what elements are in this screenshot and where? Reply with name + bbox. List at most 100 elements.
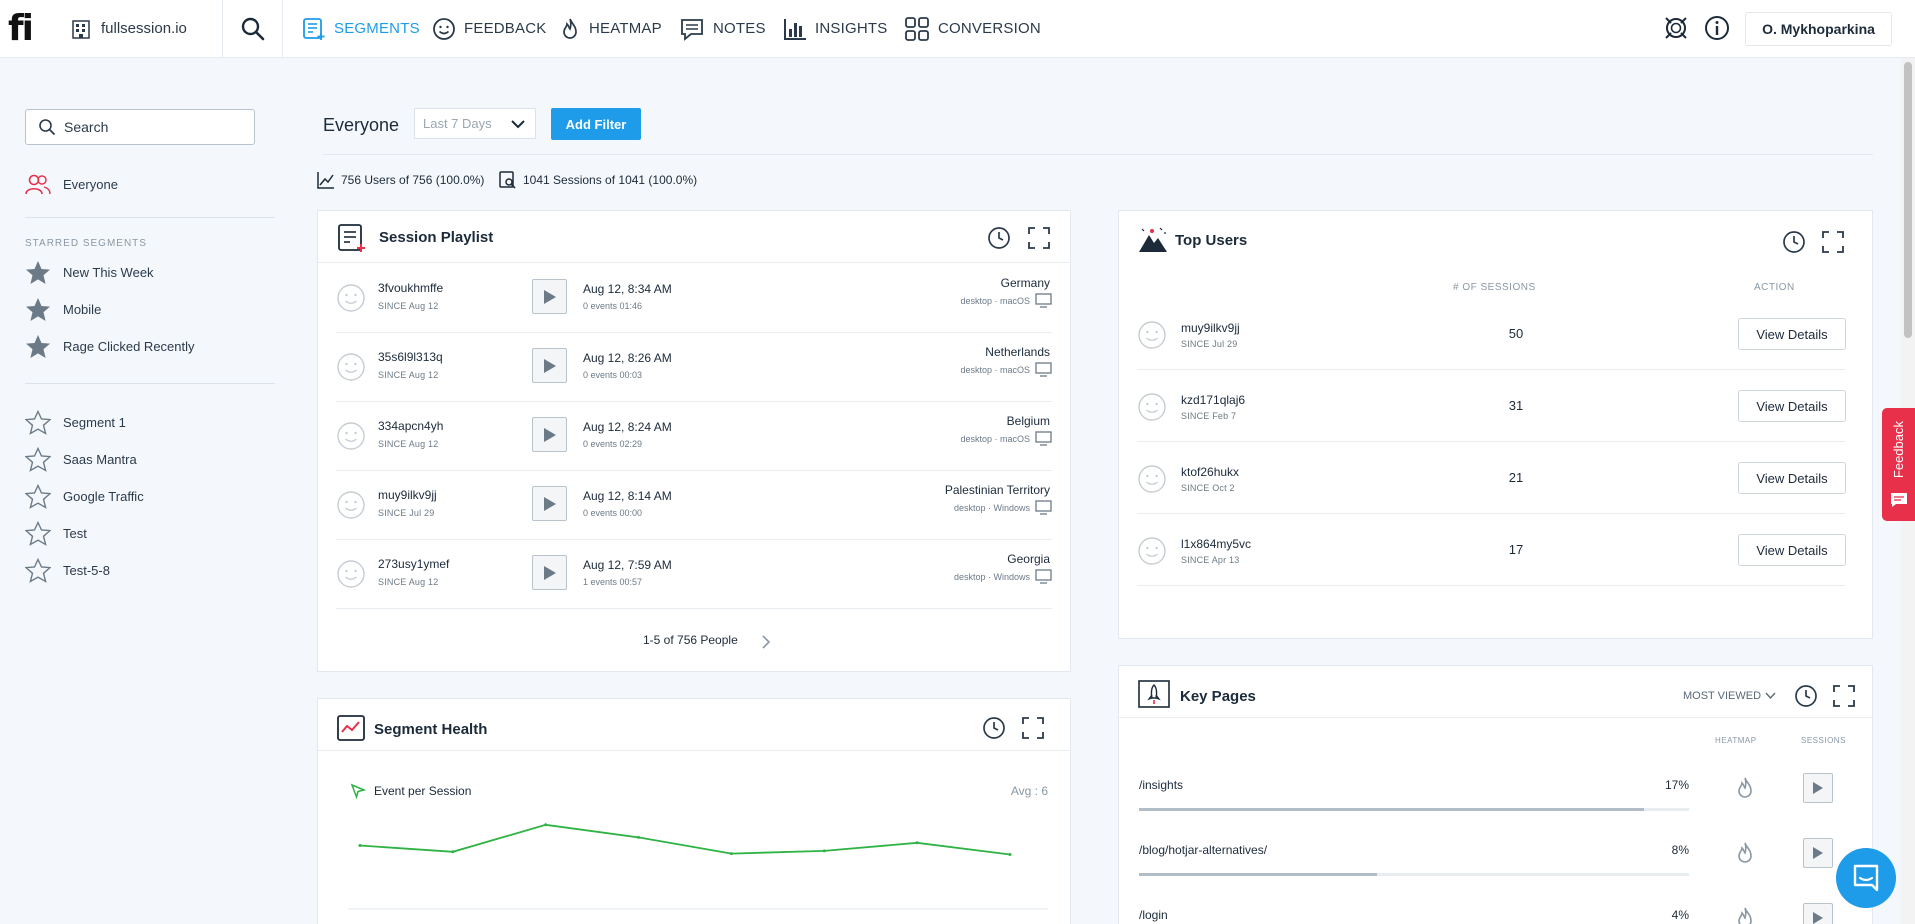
segment-item[interactable]: Saas Mantra: [25, 447, 137, 472]
view-details-button[interactable]: View Details: [1738, 390, 1846, 422]
live-chat-button[interactable]: [1836, 848, 1896, 908]
session-user[interactable]: muy9ilkv9jj: [378, 488, 437, 502]
feedback-tab[interactable]: Feedback: [1882, 408, 1915, 521]
session-user[interactable]: 35s6l9l313q: [378, 350, 443, 364]
sort-select[interactable]: MOST VIEWED: [1683, 690, 1776, 702]
smiley-avatar-icon: [1138, 537, 1166, 565]
view-details-button[interactable]: View Details: [1738, 318, 1846, 350]
session-row[interactable]: 273usy1ymef SINCE Aug 12 Aug 12, 7:59 AM…: [336, 541, 1052, 609]
play-session-button[interactable]: [532, 279, 567, 314]
play-icon: [543, 565, 556, 580]
expand-icon[interactable]: [1821, 230, 1845, 254]
nav-segments[interactable]: SEGMENTS: [302, 0, 420, 57]
session-row[interactable]: muy9ilkv9jj SINCE Jul 29 Aug 12, 8:14 AM…: [336, 472, 1052, 540]
top-user-since: SINCE Feb 7: [1181, 411, 1237, 421]
play-session-button[interactable]: [532, 555, 567, 590]
feedback-tab-label: Feedback: [1891, 420, 1906, 479]
key-page-play-button[interactable]: [1803, 838, 1833, 868]
play-session-button[interactable]: [532, 486, 567, 521]
sessions-stat: 1041 Sessions of 1041 (100.0%): [499, 171, 697, 189]
app-logo[interactable]: fi: [8, 8, 34, 49]
key-page-play-button[interactable]: [1803, 773, 1833, 803]
key-page-path[interactable]: /insights: [1139, 778, 1183, 792]
nav-insights[interactable]: INSIGHTS: [783, 0, 887, 57]
nav-heatmap[interactable]: HEATMAP: [559, 0, 662, 57]
panel-header: Key Pages MOST VIEWED: [1119, 666, 1872, 718]
key-page-path[interactable]: /login: [1139, 908, 1168, 922]
view-details-button[interactable]: View Details: [1738, 534, 1846, 566]
top-user-name[interactable]: muy9ilkv9jj: [1181, 321, 1240, 335]
top-user-name[interactable]: ktof26hukx: [1181, 465, 1239, 479]
nav-feedback[interactable]: FEEDBACK: [432, 0, 546, 57]
nav-notes[interactable]: NOTES: [679, 0, 766, 57]
play-session-button[interactable]: [532, 417, 567, 452]
key-page-bar-fill: [1139, 873, 1377, 876]
segment-item[interactable]: Test: [25, 521, 87, 546]
play-icon: [543, 427, 556, 442]
clock-icon[interactable]: [1794, 684, 1818, 708]
expand-icon[interactable]: [1027, 226, 1051, 250]
expand-icon[interactable]: [1021, 716, 1045, 740]
date-range-select[interactable]: Last 7 Days: [414, 108, 536, 139]
heatmap-flame-icon[interactable]: [1735, 906, 1755, 924]
trend-icon: [317, 172, 334, 189]
top-user-name[interactable]: kzd171qlaj6: [1181, 393, 1245, 407]
next-page-icon[interactable]: [761, 635, 771, 649]
clock-icon[interactable]: [1782, 230, 1806, 254]
health-line-chart: [348, 823, 1048, 910]
session-country: Netherlands: [985, 345, 1050, 359]
health-point: [1008, 853, 1012, 856]
clock-icon[interactable]: [987, 226, 1011, 250]
session-row[interactable]: 35s6l9l313q SINCE Aug 12 Aug 12, 8:26 AM…: [336, 334, 1052, 402]
session-events: 0 events 00:00: [583, 508, 643, 518]
starred-segment-item[interactable]: Rage Clicked Recently: [25, 334, 195, 359]
smiley-avatar-icon: [337, 491, 365, 519]
key-page-play-button[interactable]: [1803, 903, 1833, 924]
session-user[interactable]: 334apcn4yh: [378, 419, 443, 433]
nav-conversion[interactable]: CONVERSION: [904, 0, 1041, 57]
clock-icon[interactable]: [982, 716, 1006, 740]
segments-icon: [303, 17, 325, 40]
session-time: Aug 12, 8:26 AM: [583, 351, 672, 365]
session-events: 0 events 00:03: [583, 370, 643, 380]
help-center-icon[interactable]: [1662, 14, 1690, 42]
session-user[interactable]: 3fvoukhmffe: [378, 281, 443, 295]
segment-title: Everyone: [323, 115, 400, 135]
session-row[interactable]: 3fvoukhmffe SINCE Aug 12 Aug 12, 8:34 AM…: [336, 265, 1052, 333]
starred-segment-item[interactable]: New This Week: [25, 260, 154, 285]
heatmap-flame-icon[interactable]: [1735, 841, 1755, 865]
starred-segment-item[interactable]: Mobile: [25, 297, 101, 322]
session-row[interactable]: 334apcn4yh SINCE Aug 12 Aug 12, 8:24 AM …: [336, 403, 1052, 471]
users-stat: 756 Users of 756 (100.0%): [317, 171, 484, 189]
key-page-pct: 17%: [1664, 778, 1689, 792]
org-switcher[interactable]: fullsession.io: [68, 0, 223, 57]
user-menu-button[interactable]: O. Mykhoparkina: [1745, 12, 1892, 46]
col-header-heatmap: HEATMAP: [1715, 736, 1757, 745]
segment-item[interactable]: Segment 1: [25, 410, 126, 435]
global-search-button[interactable]: [223, 0, 283, 57]
session-user[interactable]: 273usy1ymef: [378, 557, 449, 571]
session-country: Belgium: [1006, 414, 1050, 428]
play-session-button[interactable]: [532, 348, 567, 383]
sidebar-item-everyone[interactable]: Everyone: [25, 173, 118, 195]
star-outline-icon: [25, 447, 51, 472]
nav-label: FEEDBACK: [464, 20, 547, 37]
star-filled-icon: [26, 261, 50, 284]
sort-value: MOST VIEWED: [1683, 690, 1762, 702]
segment-item[interactable]: Test-5-8: [25, 558, 110, 583]
key-page-bar: [1139, 808, 1689, 811]
segment-item[interactable]: Google Traffic: [25, 484, 144, 509]
users-stat-text: 756 Users of 756 (100.0%): [341, 173, 485, 187]
rocket-icon: [1138, 680, 1170, 708]
add-filter-button[interactable]: Add Filter: [551, 108, 641, 140]
session-country: Palestinian Territory: [944, 483, 1050, 497]
view-details-button[interactable]: View Details: [1738, 462, 1846, 494]
star-outline-icon: [25, 484, 51, 509]
page-scrollbar-thumb[interactable]: [1904, 62, 1912, 338]
expand-icon[interactable]: [1832, 684, 1856, 708]
info-icon[interactable]: [1703, 14, 1731, 42]
top-user-name[interactable]: l1x864my5vc: [1181, 537, 1251, 551]
segment-search-input[interactable]: Search: [25, 109, 255, 145]
heatmap-flame-icon[interactable]: [1735, 776, 1755, 800]
key-page-path[interactable]: /blog/hotjar-alternatives/: [1139, 843, 1267, 857]
